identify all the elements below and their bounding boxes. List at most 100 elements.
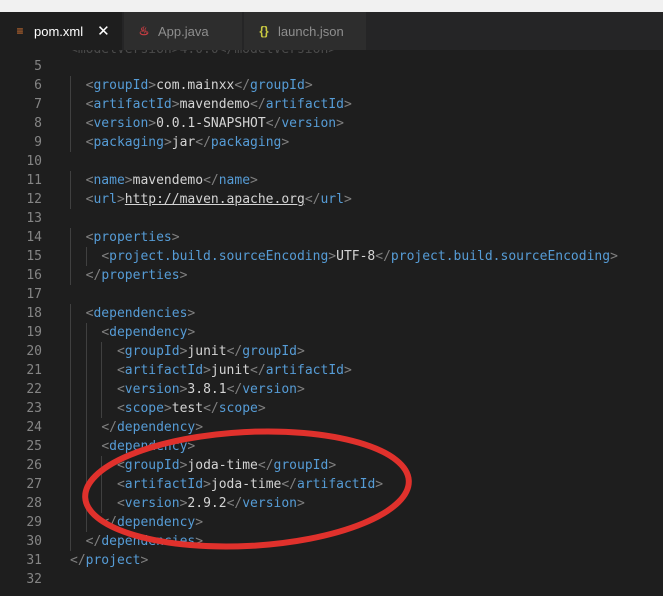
- code-line: 9 <packaging>jar</packaging>: [0, 133, 663, 152]
- xml-bracket: </: [101, 420, 117, 435]
- window-top-strip: [0, 0, 663, 12]
- tab-pom-xml[interactable]: ≡ pom.xml ✕: [0, 12, 122, 50]
- xml-tag-name: artifactId: [124, 477, 204, 492]
- tab-label: App.java: [158, 23, 209, 39]
- xml-bracket: </: [226, 496, 243, 511]
- xml-tag-name: dependency: [116, 420, 196, 435]
- tab-app-java[interactable]: ♨ App.java: [124, 12, 242, 50]
- code-line: 22 <version>3.8.1</version>: [0, 380, 663, 399]
- xml-bracket: >: [140, 553, 149, 568]
- line-number: 24: [26, 420, 42, 435]
- xml-tag-name: project.build.sourceEncoding: [109, 249, 329, 264]
- line-code: <project.build.sourceEncoding>UTF-8</pro…: [70, 247, 618, 266]
- indent-guide: [70, 437, 71, 456]
- xml-bracket: </: [85, 268, 102, 283]
- xml-bracket: </: [375, 249, 391, 264]
- indent-guide: [70, 133, 71, 152]
- tab-launch-json[interactable]: {} launch.json: [244, 12, 366, 50]
- xml-text-value: junit: [210, 363, 251, 378]
- indent-guide: [70, 76, 71, 95]
- line-number: 23: [26, 401, 42, 416]
- xml-bracket: >: [336, 116, 344, 131]
- indent-guide: [70, 266, 71, 285]
- xml-bracket: </: [85, 534, 102, 549]
- line-code: <artifactId>junit</artifactId>: [70, 361, 352, 380]
- xml-bracket: <: [116, 363, 125, 378]
- xml-bracket: </: [234, 78, 251, 93]
- line-number: 8: [34, 116, 42, 131]
- xml-bracket: >: [343, 363, 352, 378]
- xml-bracket: >: [250, 173, 258, 188]
- xml-bracket: >: [297, 496, 305, 511]
- line-number: 30: [26, 534, 42, 549]
- json-braces-icon: {}: [259, 24, 269, 38]
- xml-bracket: >: [328, 249, 337, 264]
- xml-text-value: com.mainxx: [156, 78, 235, 93]
- xml-bracket: <: [116, 344, 125, 359]
- code-line: 30 </dependencies>: [0, 532, 663, 551]
- xml-bracket: >: [187, 325, 196, 340]
- line-number: 18: [26, 306, 42, 321]
- xml-tag-name: dependency: [109, 325, 188, 340]
- xml-bracket: >: [148, 78, 157, 93]
- code-line: 17: [0, 285, 663, 304]
- xml-tag-name: dependencies: [93, 306, 188, 321]
- xml-tag-name: project.build.sourceEncoding: [390, 249, 611, 264]
- indent-guide: [70, 456, 71, 475]
- code-editor[interactable]: <modelVersion>4.0.0</modelVersion> 56 <g…: [0, 50, 663, 596]
- indent-guide: [70, 361, 71, 380]
- xml-bracket: >: [203, 477, 211, 492]
- url-link[interactable]: http://maven.apache.org: [125, 192, 305, 207]
- line-number: 31: [26, 553, 42, 568]
- xml-tag-name: groupId: [93, 78, 149, 93]
- code-line: 31 </project>: [0, 551, 663, 570]
- line-code: <version>2.9.2</version>: [70, 494, 305, 513]
- line-number: 13: [26, 211, 42, 226]
- xml-bracket: >: [195, 515, 204, 530]
- close-icon[interactable]: ✕: [97, 22, 110, 40]
- xml-tag-name: dependency: [109, 439, 188, 454]
- xml-bracket: </: [226, 344, 243, 359]
- code-line: 5: [0, 57, 663, 76]
- indent-guide: [70, 95, 71, 114]
- line-code: <groupId>joda-time</groupId>: [70, 456, 336, 475]
- xml-bracket: >: [281, 135, 290, 150]
- xml-text-value: test: [171, 401, 204, 416]
- code-line: 8 <version>0.0.1-SNAPSHOT</version>: [0, 114, 663, 133]
- line-number: 9: [34, 135, 42, 150]
- indent-guide: [85, 323, 87, 342]
- xml-tag-name: artifactId: [297, 477, 376, 492]
- xml-bracket: >: [195, 534, 204, 549]
- line-number: 22: [26, 382, 42, 397]
- indent-guide: [85, 361, 87, 380]
- line-number: 27: [26, 477, 42, 492]
- tab-label: launch.json: [278, 23, 344, 39]
- code-line: 26 <groupId>joda-time</groupId>: [0, 456, 663, 475]
- indent-guide: [70, 247, 71, 266]
- line-number: 15: [26, 249, 42, 264]
- code-line: 20 <groupId>junit</groupId>: [0, 342, 663, 361]
- xml-tag-name: artifactId: [93, 97, 172, 112]
- line-code: <groupId>com.mainxx</groupId>: [70, 76, 313, 95]
- xml-bracket: </: [250, 97, 266, 112]
- xml-tag-name: version: [93, 116, 149, 131]
- xml-bracket: >: [179, 268, 188, 283]
- line-code: <dependency>: [70, 437, 195, 456]
- xml-tag-name: groupId: [124, 458, 180, 473]
- line-number: 26: [26, 458, 42, 473]
- xml-tag-name: artifactId: [265, 97, 344, 112]
- xml-tag-name: project: [85, 553, 141, 568]
- line-code: </properties>: [70, 266, 188, 285]
- xml-bracket: >: [171, 97, 180, 112]
- code-line: 6 <groupId>com.mainxx</groupId>: [0, 76, 663, 95]
- indent-guide: [70, 399, 71, 418]
- editor-scrollbar[interactable]: [649, 50, 663, 596]
- xml-tag-name: scope: [124, 401, 164, 416]
- xml-bracket: </: [265, 116, 282, 131]
- xml-bracket: >: [124, 173, 133, 188]
- xml-text-value: 2.9.2: [187, 496, 227, 511]
- code-line: 21 <artifactId>junit</artifactId>: [0, 361, 663, 380]
- xml-bracket: </: [70, 553, 86, 568]
- xml-bracket: >: [328, 458, 337, 473]
- xml-tag-name: version: [124, 382, 180, 397]
